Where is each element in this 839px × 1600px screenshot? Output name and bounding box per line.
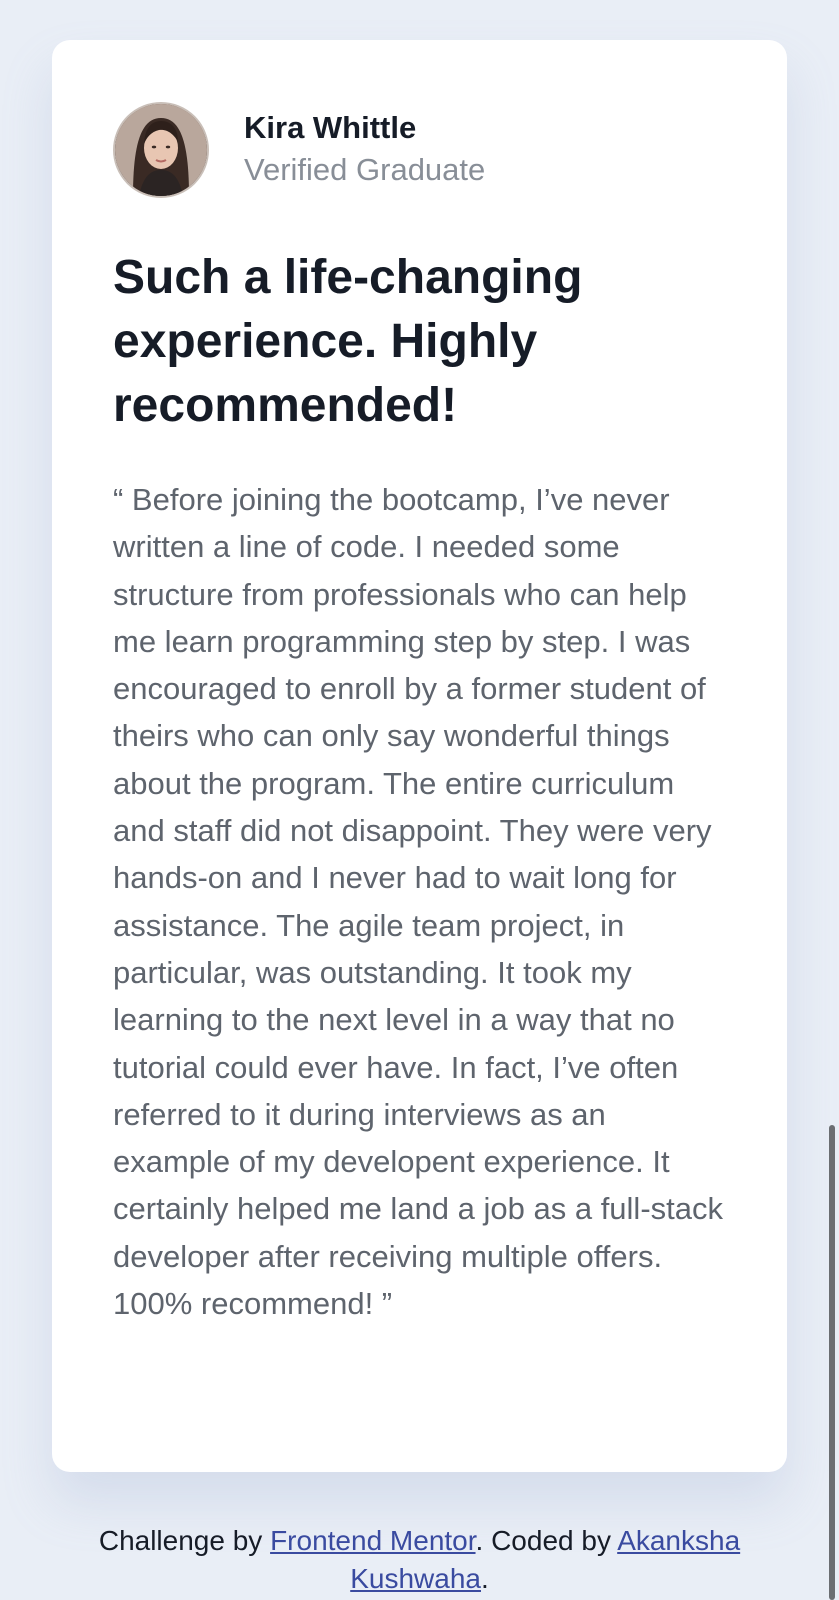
frontend-mentor-link[interactable]: Frontend Mentor (270, 1525, 475, 1556)
testimonial-card: Kira Whittle Verified Graduate Such a li… (52, 40, 787, 1472)
avatar-photo-icon (115, 104, 207, 196)
person-info: Kira Whittle Verified Graduate (244, 108, 485, 192)
footer-middle: . Coded by (475, 1525, 618, 1556)
attribution-footer: Challenge by Frontend Mentor. Coded by A… (40, 1522, 799, 1598)
page: Kira Whittle Verified Graduate Such a li… (0, 0, 839, 1600)
testimonial-quote: “ Before joining the bootcamp, I’ve neve… (113, 482, 723, 1322)
scrollbar[interactable] (829, 1125, 835, 1600)
person-name: Kira Whittle (244, 110, 417, 145)
testimonial-header: Kira Whittle Verified Graduate (113, 102, 727, 198)
footer-suffix: . (480, 1563, 489, 1594)
person-role: Verified Graduate (244, 152, 486, 187)
avatar (113, 102, 209, 198)
footer-prefix: Challenge by (98, 1525, 271, 1556)
testimonial-headline: Such a life-changing experience. Highly … (113, 251, 583, 432)
